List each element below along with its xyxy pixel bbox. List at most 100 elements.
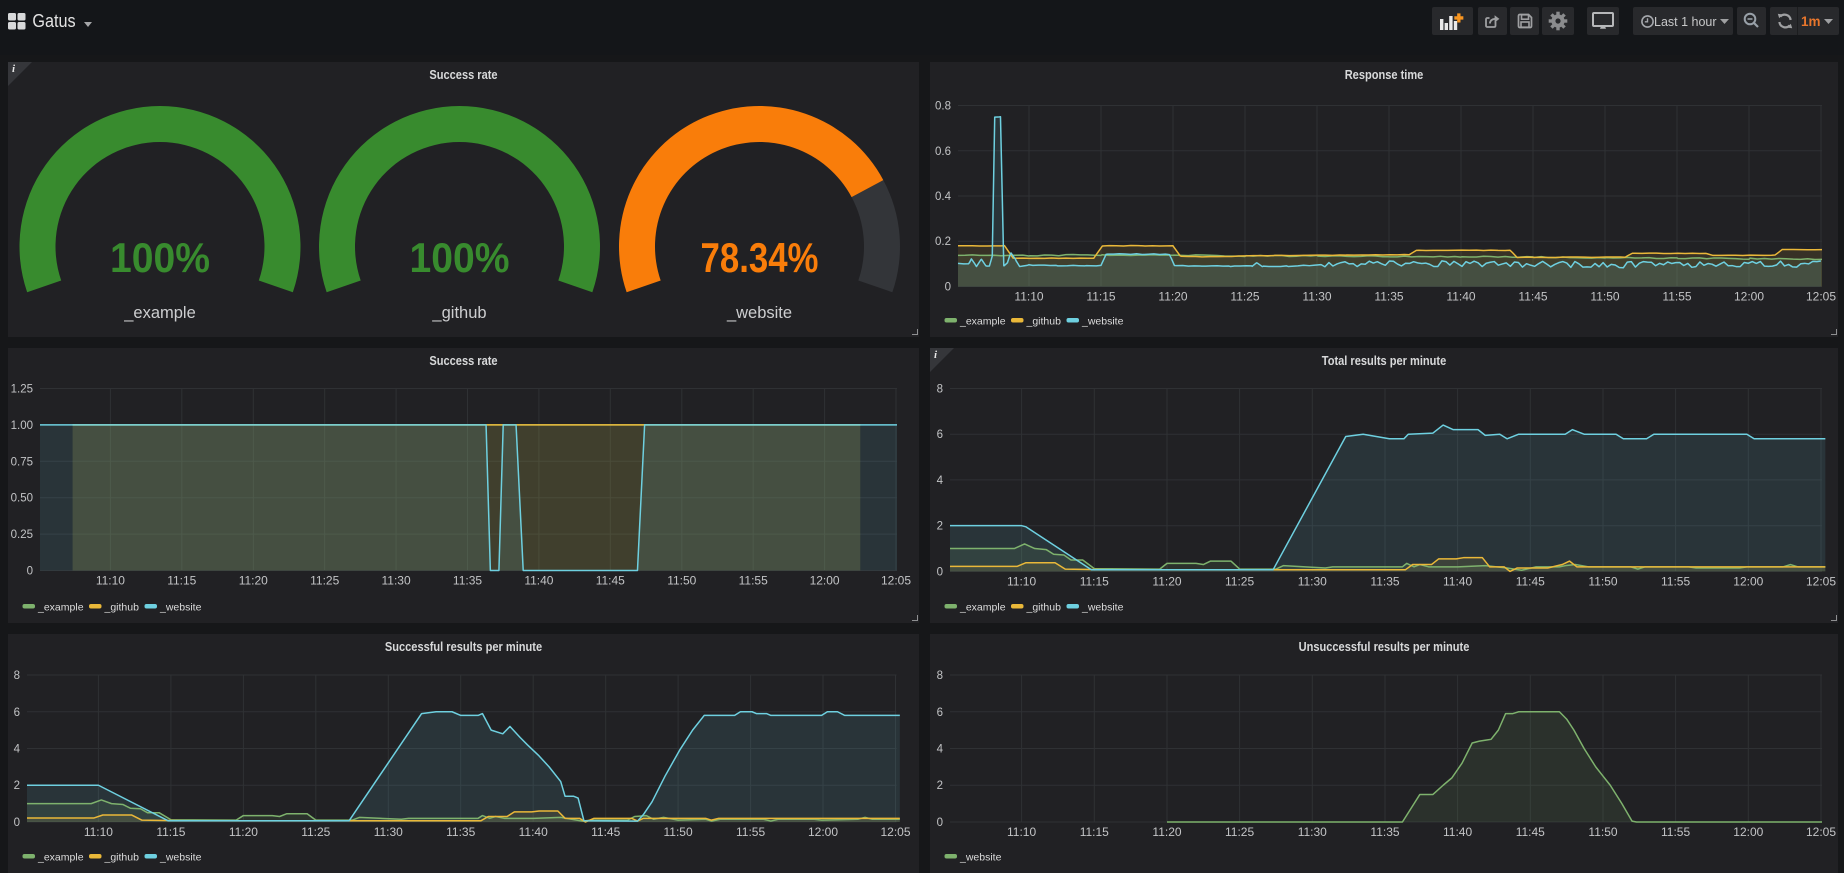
- svg-text:12:00: 12:00: [1733, 574, 1763, 588]
- svg-text:6: 6: [937, 707, 943, 719]
- svg-text:11:55: 11:55: [1661, 574, 1690, 588]
- svg-text:_github: _github: [1026, 602, 1062, 614]
- svg-text:0: 0: [937, 817, 943, 829]
- svg-text:1.00: 1.00: [11, 420, 33, 432]
- svg-text:11:15: 11:15: [156, 825, 185, 839]
- svg-text:11:45: 11:45: [591, 825, 620, 839]
- svg-text:11:30: 11:30: [382, 574, 411, 588]
- svg-text:11:30: 11:30: [1298, 825, 1327, 839]
- svg-text:0.75: 0.75: [11, 456, 33, 468]
- svg-text:11:10: 11:10: [96, 574, 125, 588]
- svg-text:_example: _example: [123, 304, 196, 322]
- svg-text:11:40: 11:40: [519, 825, 548, 839]
- svg-text:0.8: 0.8: [935, 101, 951, 113]
- svg-text:2: 2: [937, 521, 943, 533]
- svg-text:11:55: 11:55: [1662, 290, 1691, 304]
- svg-text:12:00: 12:00: [810, 574, 840, 588]
- svg-text:2: 2: [937, 780, 943, 792]
- svg-text:0.25: 0.25: [11, 529, 33, 541]
- svg-text:11:40: 11:40: [1443, 825, 1472, 839]
- svg-text:_website: _website: [159, 602, 202, 614]
- svg-text:4: 4: [14, 744, 21, 756]
- svg-text:11:20: 11:20: [1152, 574, 1181, 588]
- svg-text:11:10: 11:10: [84, 825, 113, 839]
- svg-text:0.6: 0.6: [935, 146, 951, 158]
- svg-text:11:30: 11:30: [1302, 290, 1331, 304]
- svg-text:6: 6: [937, 429, 943, 441]
- svg-text:12:05: 12:05: [1806, 290, 1836, 304]
- svg-text:11:30: 11:30: [374, 825, 403, 839]
- svg-text:_example: _example: [959, 602, 1006, 614]
- svg-text:_website: _website: [959, 852, 1002, 864]
- svg-text:11:35: 11:35: [453, 574, 482, 588]
- svg-text:11:25: 11:25: [301, 825, 330, 839]
- svg-text:0: 0: [14, 817, 20, 829]
- svg-text:2: 2: [14, 780, 20, 792]
- svg-text:11:25: 11:25: [1225, 574, 1254, 588]
- svg-text:4: 4: [937, 744, 944, 756]
- svg-text:11:30: 11:30: [1298, 574, 1327, 588]
- svg-text:12:05: 12:05: [880, 825, 910, 839]
- svg-text:11:35: 11:35: [1370, 574, 1399, 588]
- svg-text:11:20: 11:20: [1158, 290, 1187, 304]
- svg-text:11:40: 11:40: [1446, 290, 1475, 304]
- svg-text:0: 0: [27, 566, 33, 578]
- svg-text:11:10: 11:10: [1007, 825, 1036, 839]
- svg-text:11:20: 11:20: [239, 574, 268, 588]
- svg-text:_github: _github: [104, 852, 140, 864]
- svg-text:_example: _example: [37, 852, 84, 864]
- svg-text:_website: _website: [1081, 602, 1124, 614]
- svg-text:_github: _github: [431, 304, 486, 322]
- svg-text:12:05: 12:05: [881, 574, 911, 588]
- svg-text:11:15: 11:15: [1086, 290, 1115, 304]
- svg-text:0.50: 0.50: [11, 493, 33, 505]
- svg-text:12:00: 12:00: [808, 825, 838, 839]
- svg-text:11:15: 11:15: [1080, 825, 1109, 839]
- svg-text:100%: 100%: [110, 234, 210, 281]
- svg-text:11:55: 11:55: [1661, 825, 1690, 839]
- svg-text:_website: _website: [726, 304, 792, 322]
- svg-text:100%: 100%: [410, 234, 510, 281]
- svg-text:11:45: 11:45: [596, 574, 625, 588]
- svg-text:_github: _github: [1026, 316, 1062, 328]
- svg-text:11:45: 11:45: [1518, 290, 1547, 304]
- svg-text:_example: _example: [959, 316, 1006, 328]
- svg-text:_website: _website: [159, 852, 202, 864]
- svg-text:11:50: 11:50: [1588, 574, 1617, 588]
- svg-text:11:50: 11:50: [1588, 825, 1617, 839]
- svg-text:_example: _example: [37, 602, 84, 614]
- svg-text:0.4: 0.4: [935, 191, 952, 203]
- svg-text:11:25: 11:25: [1230, 290, 1259, 304]
- svg-text:11:45: 11:45: [1516, 825, 1545, 839]
- svg-text:11:25: 11:25: [1225, 825, 1254, 839]
- svg-text:0.2: 0.2: [935, 236, 951, 248]
- svg-text:0: 0: [937, 566, 943, 578]
- svg-text:11:50: 11:50: [1590, 290, 1619, 304]
- svg-text:11:40: 11:40: [524, 574, 553, 588]
- svg-text:11:35: 11:35: [446, 825, 475, 839]
- svg-text:0: 0: [945, 282, 951, 294]
- svg-text:11:50: 11:50: [667, 574, 696, 588]
- svg-text:11:40: 11:40: [1443, 574, 1472, 588]
- svg-text:4: 4: [937, 475, 944, 487]
- svg-text:11:50: 11:50: [664, 825, 693, 839]
- svg-text:1.25: 1.25: [11, 384, 33, 396]
- svg-text:78.34%: 78.34%: [701, 234, 819, 281]
- svg-text:11:55: 11:55: [739, 574, 768, 588]
- svg-text:11:15: 11:15: [167, 574, 196, 588]
- svg-text:8: 8: [937, 670, 943, 682]
- svg-text:12:00: 12:00: [1734, 290, 1764, 304]
- svg-text:_website: _website: [1081, 316, 1124, 328]
- svg-text:12:05: 12:05: [1806, 825, 1836, 839]
- svg-text:11:55: 11:55: [736, 825, 765, 839]
- svg-text:11:10: 11:10: [1014, 290, 1043, 304]
- svg-text:11:20: 11:20: [1152, 825, 1181, 839]
- svg-text:11:35: 11:35: [1374, 290, 1403, 304]
- svg-text:11:25: 11:25: [310, 574, 339, 588]
- svg-text:11:20: 11:20: [229, 825, 258, 839]
- svg-text:11:35: 11:35: [1370, 825, 1399, 839]
- svg-text:12:05: 12:05: [1806, 574, 1836, 588]
- svg-text:8: 8: [14, 670, 20, 682]
- svg-text:11:45: 11:45: [1516, 574, 1545, 588]
- svg-text:12:00: 12:00: [1733, 825, 1763, 839]
